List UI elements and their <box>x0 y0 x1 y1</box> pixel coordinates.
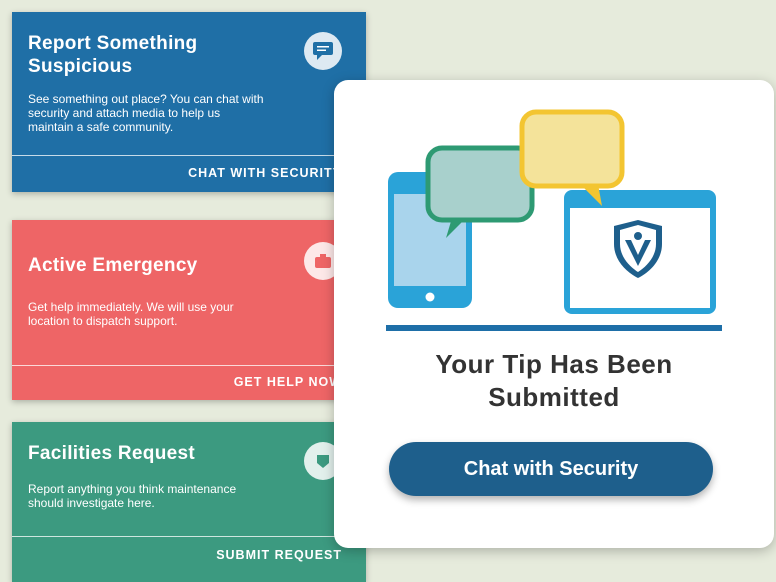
chat-with-security-button[interactable]: Chat with Security <box>389 442 713 496</box>
get-help-now-link[interactable]: GET HELP NOW <box>234 375 342 389</box>
card-description: See something out place? You can chat wi… <box>28 92 264 134</box>
card-title: Report Something Suspicious <box>28 33 198 77</box>
chat-bubble-icon <box>304 32 342 70</box>
card-title: Active Emergency <box>28 255 198 276</box>
phone-and-browser-chat-illustration <box>386 109 722 331</box>
page-title: Your Tip Has Been Submitted <box>435 349 673 412</box>
card-divider <box>12 536 366 537</box>
card-description: Get help immediately. We will use your l… <box>28 300 234 328</box>
active-emergency-card[interactable]: Active Emergency Get help immediately. W… <box>12 220 366 400</box>
card-title: Facilities Request <box>28 443 195 464</box>
card-description: Report anything you think maintenance sh… <box>28 482 237 510</box>
card-divider <box>12 155 366 156</box>
facilities-request-card[interactable]: Facilities Request Report anything you t… <box>12 422 366 582</box>
submit-request-link[interactable]: SUBMIT REQUEST <box>216 548 342 562</box>
card-divider <box>12 365 366 366</box>
tip-submitted-dialog: Your Tip Has Been Submitted Chat with Se… <box>334 80 774 548</box>
report-suspicious-card[interactable]: Report Something Suspicious See somethin… <box>12 12 366 192</box>
chat-with-security-link[interactable]: CHAT WITH SECURITY <box>188 166 342 180</box>
